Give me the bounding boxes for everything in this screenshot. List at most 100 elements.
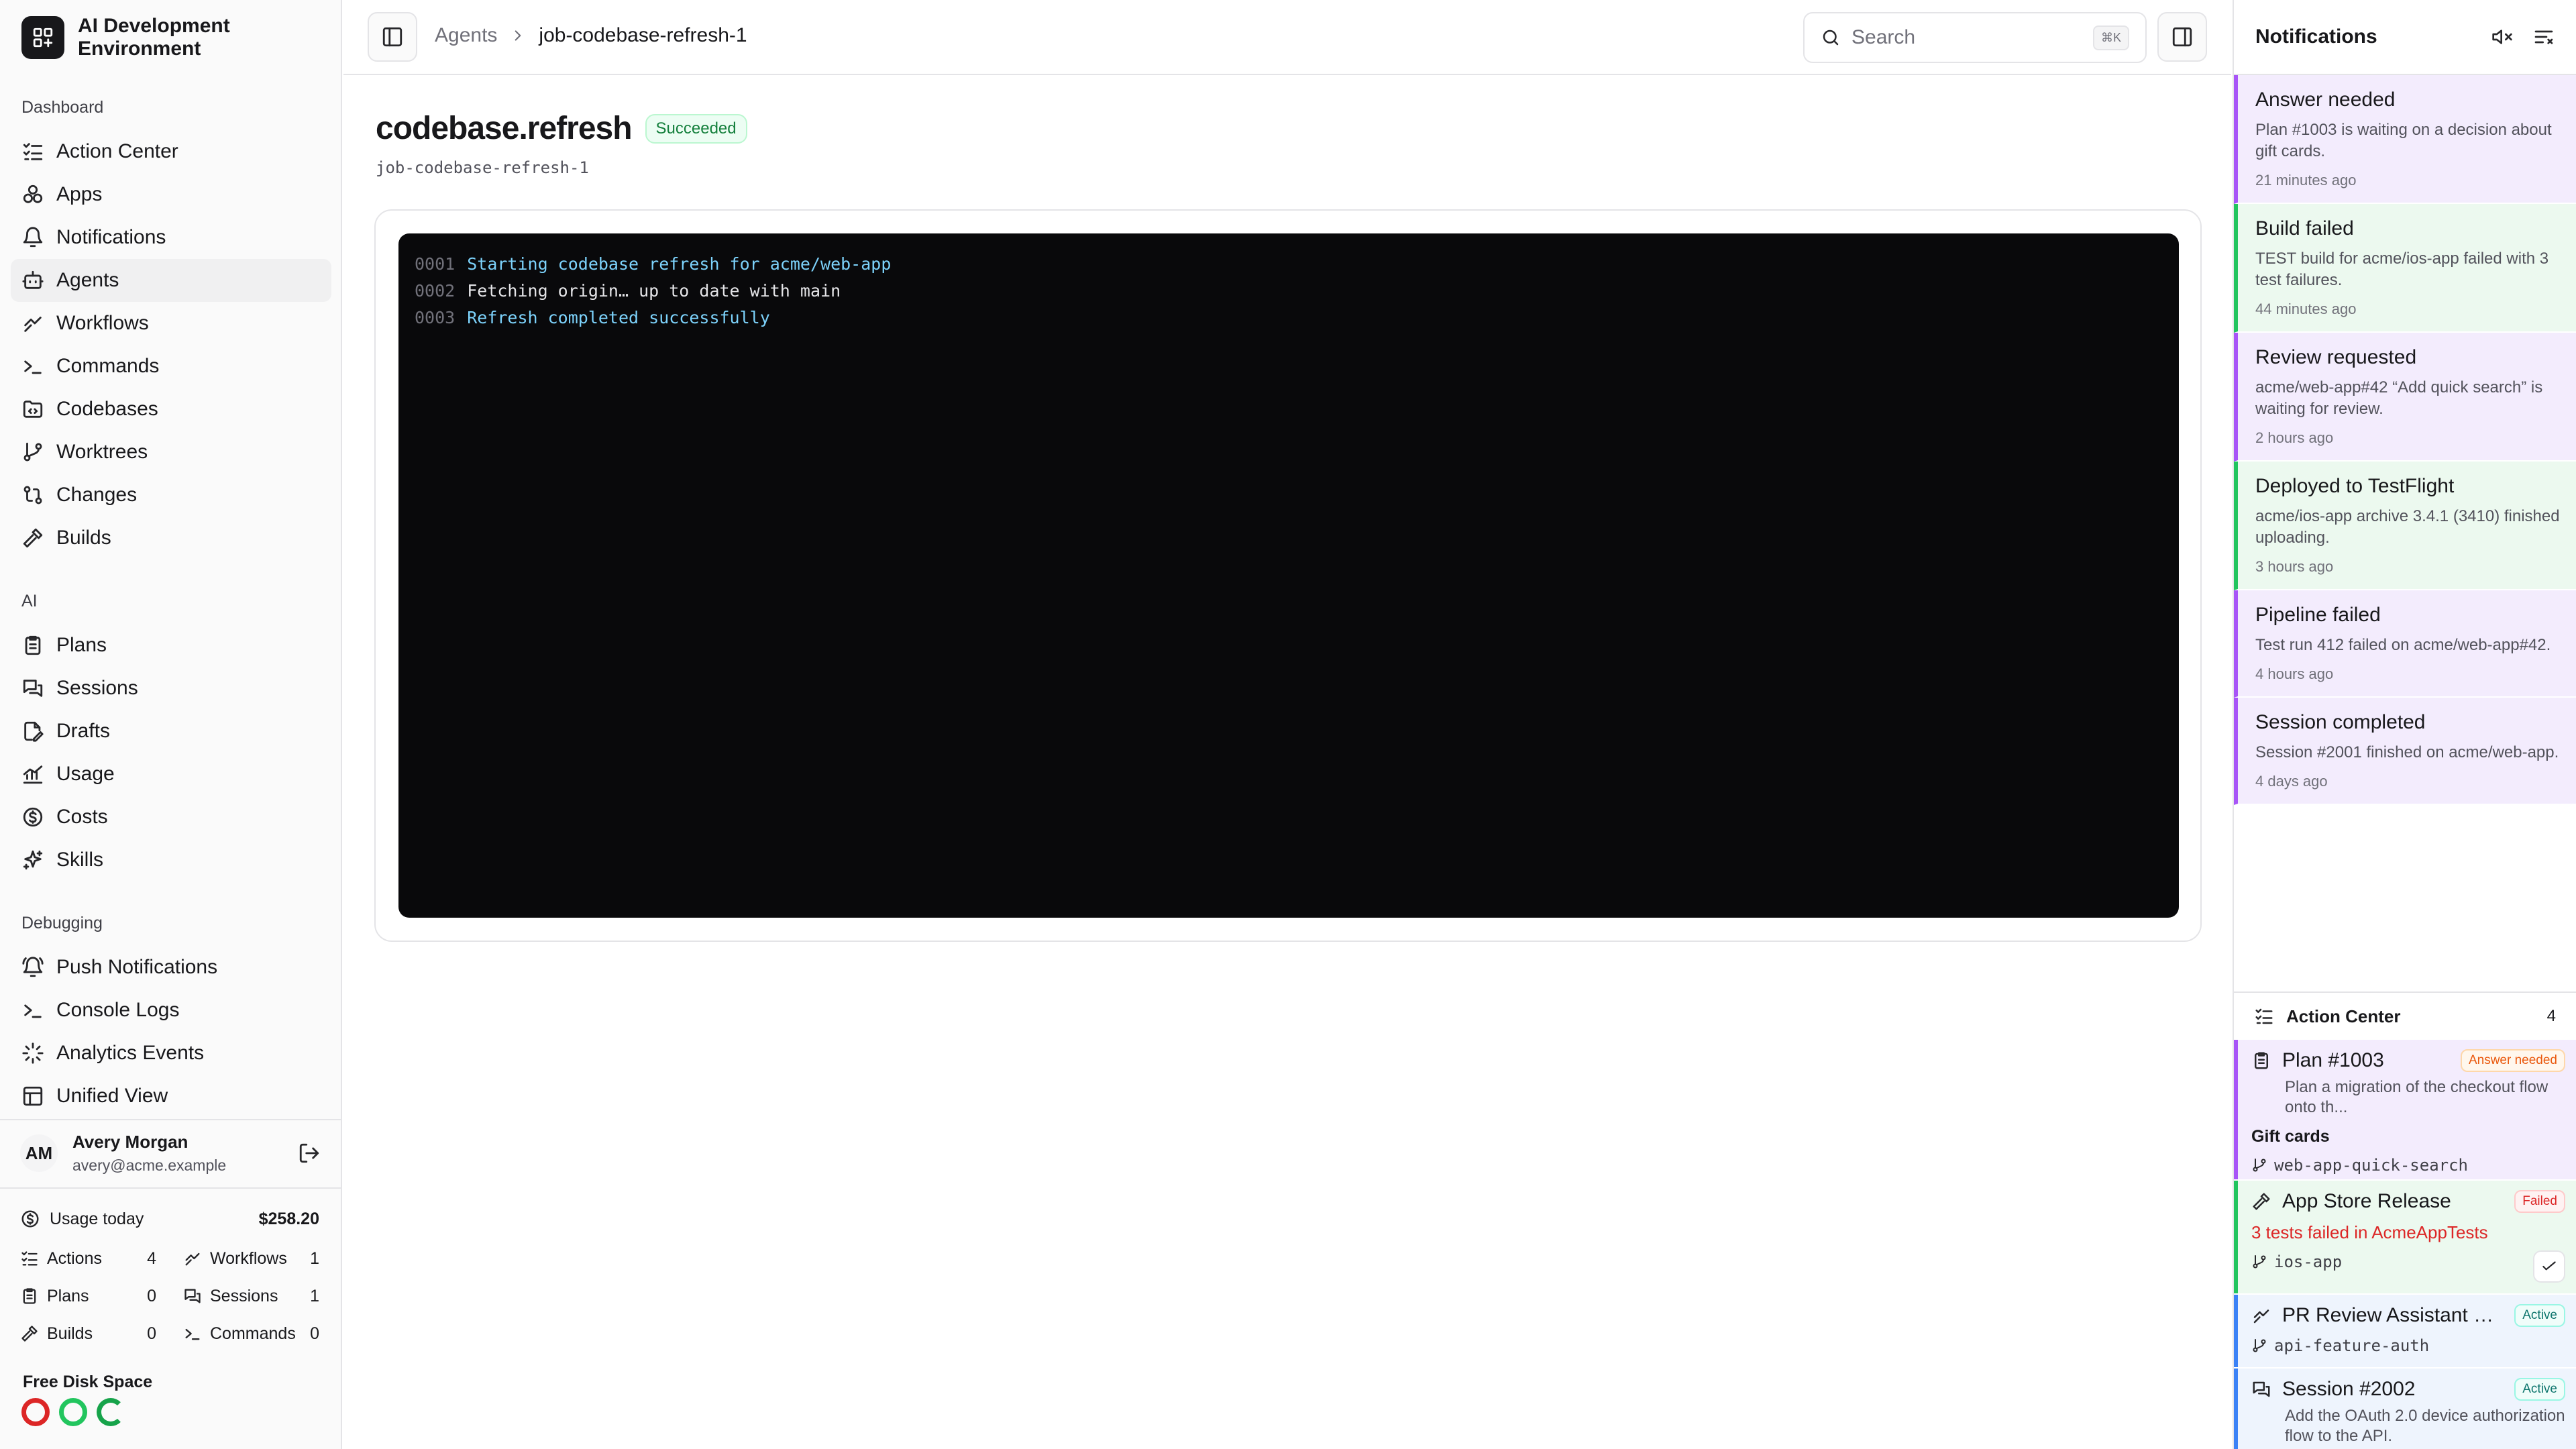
sidebar-item-skills[interactable]: Skills: [11, 839, 331, 881]
sidebar-item-console-logs[interactable]: Console Logs: [11, 989, 331, 1032]
sidebar-item-commands[interactable]: Commands: [11, 345, 331, 388]
stat-label: Commands: [210, 1324, 296, 1343]
clear-all-icon[interactable]: [2533, 26, 2555, 48]
sidebar-item-label: Changes: [56, 484, 138, 506]
action-center-header[interactable]: Action Center 4: [2234, 991, 2576, 1040]
nav-ai: Plans Sessions Drafts Usage Costs Skills: [11, 624, 331, 881]
sidebar-item-builds[interactable]: Builds: [11, 517, 331, 559]
stat-value: 0: [310, 1324, 319, 1343]
sidebar-item-label: Push Notifications: [56, 956, 218, 978]
notification-item[interactable]: Pipeline failed Test run 412 failed on a…: [2234, 590, 2576, 698]
sidebar-item-label: Drafts: [56, 720, 111, 742]
sidebar-item-drafts[interactable]: Drafts: [11, 710, 331, 753]
branch-name: web-app-quick-search: [2274, 1156, 2468, 1175]
top-bar: Agents job-codebase-refresh-1 Search ⌘K: [343, 0, 2231, 75]
workflow-icon: [24, 317, 42, 332]
notification-time: 21 minutes ago: [2255, 172, 2357, 189]
stat-value: 1: [310, 1248, 319, 1268]
sidebar-item-costs[interactable]: Costs: [11, 796, 331, 839]
git-branch-icon: [2253, 1159, 2266, 1172]
notification-item[interactable]: Session completed Session #2001 finished…: [2234, 698, 2576, 805]
sidebar-item-plans[interactable]: Plans: [11, 624, 331, 667]
sidebar-item-codebases[interactable]: Codebases: [11, 388, 331, 431]
stat-sessions[interactable]: Sessions 1: [183, 1277, 319, 1315]
notification-time: 3 hours ago: [2255, 558, 2334, 575]
sidebar-item-action-center[interactable]: Action Center: [11, 130, 331, 173]
workflow-icon: [2253, 1309, 2269, 1324]
action-item-subtitle: Gift cards: [2251, 1127, 2330, 1146]
chat-icon: [184, 1289, 201, 1303]
breadcrumb: Agents job-codebase-refresh-1: [435, 24, 747, 47]
sidebar-item-notifications[interactable]: Notifications: [11, 216, 331, 259]
sidebar-item-unified-view[interactable]: Unified View: [11, 1075, 331, 1118]
notifications-header: Notifications: [2234, 0, 2576, 75]
toggle-panel-button[interactable]: [2157, 12, 2207, 62]
bell-ring-icon: [22, 957, 44, 977]
sidebar-item-push-notifications[interactable]: Push Notifications: [11, 946, 331, 989]
hammer-icon: [21, 1326, 38, 1342]
mute-icon[interactable]: [2491, 26, 2513, 48]
notification-body: Session #2001 finished on acme/web-app.: [2255, 743, 2559, 761]
action-item-description: Plan a migration of the checkout flow on…: [2285, 1078, 2548, 1116]
notification-item[interactable]: Deployed to TestFlight acme/ios-app arch…: [2234, 462, 2576, 590]
notification-time: 4 hours ago: [2255, 665, 2334, 682]
terminal-icon: [24, 1004, 42, 1018]
toggle-sidebar-button[interactable]: [368, 12, 417, 62]
git-branch-icon: [23, 442, 42, 462]
sidebar-item-label: Codebases: [56, 398, 158, 420]
sidebar-item-label: Plans: [56, 634, 107, 656]
group-label-dashboard: Dashboard: [21, 98, 104, 117]
stat-plans[interactable]: Plans 0: [20, 1277, 156, 1315]
sidebar-item-label: Agents: [56, 269, 119, 291]
action-item-pr-review[interactable]: PR Review Assistant #4... Active api-fea…: [2234, 1295, 2576, 1367]
breadcrumb-agents[interactable]: Agents: [435, 24, 497, 47]
action-item-session[interactable]: Session #2002 Active Add the OAuth 2.0 d…: [2234, 1368, 2576, 1449]
sidebar-item-sessions[interactable]: Sessions: [11, 667, 331, 710]
check-icon: [2542, 1261, 2556, 1271]
stat-workflows[interactable]: Workflows 1: [183, 1240, 319, 1277]
sidebar-item-label: Notifications: [56, 226, 166, 248]
hammer-icon: [23, 528, 43, 548]
stat-builds[interactable]: Builds 0: [20, 1315, 156, 1352]
notification-time: 2 hours ago: [2255, 429, 2334, 446]
terminal-output[interactable]: 0001 Starting codebase refresh for acme/w…: [398, 233, 2179, 918]
user-email: avery@acme.example: [72, 1157, 227, 1174]
disk-space-indicators: [21, 1398, 125, 1426]
stat-value: 1: [310, 1286, 319, 1305]
notifications-title: Notifications: [2255, 25, 2377, 48]
approve-button[interactable]: [2533, 1250, 2565, 1283]
notification-title: Build failed: [2255, 217, 2354, 239]
logout-icon[interactable]: [298, 1142, 321, 1165]
action-item-plan[interactable]: Plan #1003 Answer needed Plan a migratio…: [2234, 1040, 2576, 1179]
sidebar-item-changes[interactable]: Changes: [11, 474, 331, 517]
action-item-error: 3 tests failed in AcmeAppTests: [2251, 1222, 2488, 1242]
sidebar-item-label: Usage: [56, 763, 115, 785]
search-shortcut: ⌘K: [2092, 25, 2129, 50]
group-label-debugging: Debugging: [21, 914, 103, 932]
action-item-release[interactable]: App Store Release Failed 3 tests failed …: [2234, 1181, 2576, 1293]
status-badge: Failed: [2514, 1190, 2565, 1213]
sidebar-item-analytics-events[interactable]: Analytics Events: [11, 1032, 331, 1075]
dollar-icon: [21, 1210, 39, 1228]
file-edit-icon: [24, 721, 44, 742]
sidebar-item-usage[interactable]: Usage: [11, 753, 331, 796]
log-text: Refresh completed successfully: [467, 308, 770, 327]
stat-actions[interactable]: Actions 4: [20, 1240, 156, 1277]
git-branch-icon: [2253, 1255, 2266, 1269]
sidebar-item-apps[interactable]: Apps: [11, 173, 331, 216]
sidebar: AI Development Environment Dashboard Act…: [0, 0, 342, 1449]
sidebar-item-worktrees[interactable]: Worktrees: [11, 431, 331, 474]
notification-item[interactable]: Answer needed Plan #1003 is waiting on a…: [2234, 75, 2576, 204]
notification-item[interactable]: Build failed TEST build for acme/ios-app…: [2234, 204, 2576, 333]
user-name: Avery Morgan: [72, 1132, 189, 1152]
sidebar-item-agents[interactable]: Agents: [11, 259, 331, 302]
sidebar-item-workflows[interactable]: Workflows: [11, 302, 331, 345]
terminal-icon: [185, 1329, 200, 1340]
line-number: 0003: [415, 308, 455, 327]
notification-item[interactable]: Review requested acme/web-app#42 “Add qu…: [2234, 333, 2576, 462]
workflow-icon: [185, 1252, 200, 1266]
brand[interactable]: AI Development Environment: [21, 15, 252, 60]
search-input[interactable]: Search ⌘K: [1803, 12, 2147, 63]
stat-commands[interactable]: Commands 0: [183, 1315, 319, 1352]
stat-value: 0: [147, 1324, 156, 1343]
